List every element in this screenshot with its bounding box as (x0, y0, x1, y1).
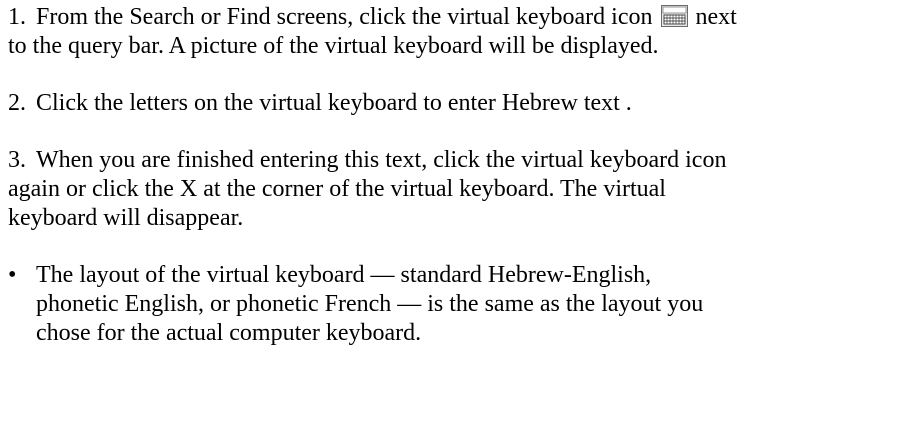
step-3-line-2: again or click the X at the corner of th… (8, 176, 666, 202)
step-1: 1. From the Search or Find screens, click… (8, 3, 918, 61)
step-2-text: Click the letters on the virtual keyboar… (36, 90, 632, 116)
step-1-number: 1. (8, 4, 26, 30)
note-line-3: chose for the actual computer keyboard. (36, 320, 422, 346)
step-1-line-2: to the query bar. A picture of the virtu… (8, 33, 659, 59)
step-1-text-after-icon: next (695, 4, 737, 30)
step-3-line-1: When you are finished entering this text… (36, 147, 727, 173)
step-3-number: 3. (8, 147, 26, 173)
note-line-2: phonetic English, or phonetic French — i… (36, 291, 704, 317)
instructions-document: 1. From the Search or Find screens, click… (8, 3, 918, 348)
step-2-number: 2. (8, 90, 26, 116)
step-3: 3. When you are finished entering this te… (8, 146, 918, 233)
virtual-keyboard-icon[interactable] (660, 5, 688, 27)
step-1-text: From the Search or Find screens, click t… (36, 4, 653, 30)
step-3-line-3: keyboard will disappear. (8, 205, 244, 231)
note-line-1: The layout of the virtual keyboard — sta… (36, 262, 652, 288)
step-2: 2. Click the letters on the virtual keybo… (8, 89, 918, 118)
layout-note: • The layout of the virtual keyboard — s… (8, 261, 918, 348)
bullet-icon: • (8, 262, 17, 288)
